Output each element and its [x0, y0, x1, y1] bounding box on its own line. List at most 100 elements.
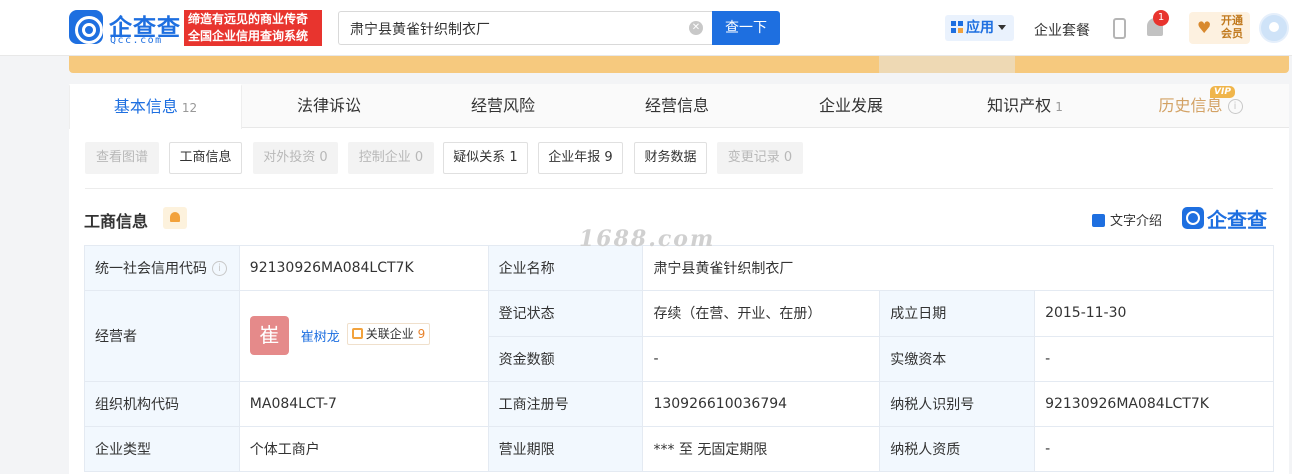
- site-logo[interactable]: 企查查 Qcc.com: [69, 10, 181, 46]
- capital-label: 资金数额: [487, 335, 644, 382]
- logo-icon: [69, 10, 103, 44]
- open-vip-label: 开通 会员: [1216, 14, 1248, 40]
- tab-label: 企业发展: [818, 96, 883, 115]
- subtab-graph[interactable]: 查看图谱: [85, 142, 159, 174]
- promo-banner[interactable]: [69, 56, 1289, 73]
- taxpayer-qual-value: -: [1034, 426, 1274, 472]
- related-label: 关联企业: [365, 327, 414, 341]
- operator-name-link[interactable]: 崔树龙: [301, 326, 340, 345]
- type-label: 企业类型: [84, 426, 240, 472]
- slogan-line-1: 缔造有远见的商业传奇: [188, 12, 309, 26]
- tab-legal[interactable]: 法律诉讼: [242, 84, 416, 128]
- established-value: 2015-11-30: [1034, 290, 1274, 337]
- user-avatar[interactable]: [1259, 13, 1289, 43]
- reg-status-label: 登记状态: [487, 290, 644, 337]
- text-intro-button[interactable]: 文字介绍: [1092, 210, 1162, 229]
- info-icon[interactable]: i: [1227, 99, 1243, 114]
- term-value: *** 至 无固定期限: [642, 426, 881, 472]
- company-detail-card: 基本信息 12 法律诉讼 经营风险 经营信息 企业发展 知识产权 1 历史信息 i V…: [69, 84, 1289, 474]
- subtab-annual-reports[interactable]: 企业年报 9: [538, 142, 623, 174]
- vip-line-2: 会员: [1221, 27, 1243, 40]
- watermark: 1688.com: [579, 226, 716, 252]
- enterprise-package-link[interactable]: 企业套餐: [1034, 20, 1090, 40]
- taxpayer-id-value: 92130926MA084LCT7K: [1034, 381, 1274, 427]
- slogan-badge: 缔造有远见的商业传奇 全国企业信用查询系统: [184, 10, 322, 46]
- established-label: 成立日期: [879, 290, 1036, 337]
- paid-capital-label: 实缴资本: [879, 335, 1036, 382]
- term-label: 营业期限: [487, 426, 644, 472]
- document-icon: [1092, 214, 1105, 227]
- table-row: 组织机构代码 MA084LCT-7 工商注册号 130926610036794 …: [84, 381, 1274, 427]
- chevron-down-icon: [998, 25, 1006, 30]
- paid-capital-value: -: [1034, 335, 1274, 382]
- subscribe-bell-icon[interactable]: [163, 207, 187, 229]
- reg-status-value: 存续（在营、开业、在册）: [642, 290, 881, 337]
- tab-label: 经营信息: [644, 96, 709, 115]
- tab-ip[interactable]: 知识产权 1: [938, 84, 1112, 128]
- subtab-business-info[interactable]: 工商信息: [169, 142, 242, 174]
- table-row: 统一社会信用代码 i 92130926MA084LCT7K 企业名称 肃宁县黄雀针…: [84, 245, 1274, 291]
- divider: [85, 188, 1273, 189]
- apps-label: 应用: [966, 20, 994, 36]
- tab-history[interactable]: 历史信息 i: [1112, 84, 1289, 128]
- subtab-controlled[interactable]: 控制企业 0: [348, 142, 434, 174]
- tab-label: 基本信息: [113, 97, 178, 116]
- tab-count: 1: [1055, 100, 1063, 114]
- top-header: 企查查 Qcc.com 缔造有远见的商业传奇 全国企业信用查询系统 肃宁县黄雀针…: [0, 0, 1292, 56]
- apps-menu-button[interactable]: 应用: [945, 15, 1014, 41]
- tab-count: 12: [181, 101, 198, 115]
- apps-grid-icon: [951, 21, 963, 33]
- main-tabs: 基本信息 12 法律诉讼 经营风险 经营信息 企业发展 知识产权 1 历史信息 i V…: [69, 84, 1289, 129]
- tab-development[interactable]: 企业发展: [764, 84, 938, 128]
- operator-label: 经营者: [84, 290, 240, 382]
- reg-no-value: 130926610036794: [642, 381, 881, 427]
- subtab-change-records[interactable]: 变更记录 0: [717, 142, 803, 174]
- credit-code-value: 92130926MA084LCT7K: [238, 245, 489, 291]
- reg-no-label: 工商注册号: [487, 381, 644, 427]
- vip-tag: VIP: [1210, 86, 1235, 98]
- tab-operation[interactable]: 经营信息: [590, 84, 764, 128]
- org-code-label: 组织机构代码: [84, 381, 240, 427]
- taxpayer-qual-label: 纳税人资质: [879, 426, 1036, 472]
- operator-info: 崔 崔树龙 关联企业 9: [249, 291, 478, 381]
- tab-label: 经营风险: [470, 96, 535, 115]
- subtab-financial[interactable]: 财务数据: [634, 142, 707, 174]
- operator-cell: 崔 崔树龙 关联企业 9: [238, 290, 489, 382]
- relation-icon: [351, 328, 363, 339]
- notification-badge: 1: [1153, 10, 1169, 26]
- business-info-table: 统一社会信用代码 i 92130926MA084LCT7K 企业名称 肃宁县黄雀针…: [84, 245, 1274, 472]
- logo-subtext: Qcc.com: [110, 35, 163, 46]
- related-count: 9: [417, 327, 426, 341]
- operator-avatar[interactable]: 崔: [249, 316, 289, 355]
- related-companies-badge[interactable]: 关联企业 9: [346, 323, 431, 345]
- vip-heart-icon: ♥: [1197, 18, 1212, 37]
- tab-label: 法律诉讼: [296, 96, 361, 115]
- text-intro-label: 文字介绍: [1110, 214, 1163, 229]
- section-title: 工商信息: [84, 212, 149, 231]
- info-icon[interactable]: i: [212, 261, 227, 276]
- credit-code-label: 统一社会信用代码 i: [84, 245, 240, 291]
- clear-icon[interactable]: ✕: [689, 21, 703, 35]
- table-row: 企业类型 个体工商户 营业期限 *** 至 无固定期限 纳税人资质 -: [84, 426, 1274, 472]
- search-button[interactable]: 查一下: [712, 11, 780, 45]
- tab-label: 知识产权: [987, 96, 1052, 115]
- company-name-value: 肃宁县黄雀针织制衣厂: [642, 245, 1274, 291]
- vip-line-1: 开通: [1221, 14, 1243, 27]
- slogan-line-2: 全国企业信用查询系统: [188, 29, 309, 43]
- mobile-icon[interactable]: [1113, 18, 1126, 39]
- table-row: 经营者 崔 崔树龙 关联企业 9 登记状态 存续（在营、开业、在册） 成立日期 …: [84, 290, 1274, 382]
- search-input[interactable]: 肃宁县黄雀针织制衣厂: [338, 11, 713, 45]
- company-name-label: 企业名称: [487, 245, 644, 291]
- org-code-value: MA084LCT-7: [238, 381, 489, 427]
- logo-icon: [1182, 207, 1204, 229]
- brand-text: 企查查: [1207, 208, 1267, 232]
- subtab-suspected-relations[interactable]: 疑似关系 1: [443, 142, 528, 174]
- banner-illustration: [879, 56, 1015, 73]
- tab-basic-info[interactable]: 基本信息 12: [69, 84, 242, 129]
- capital-value: -: [642, 335, 881, 382]
- taxpayer-id-label: 纳税人识别号: [879, 381, 1036, 427]
- tab-risk[interactable]: 经营风险: [416, 84, 590, 128]
- subtab-investments[interactable]: 对外投资 0: [253, 142, 338, 174]
- tab-label: 历史信息: [1158, 96, 1223, 115]
- type-value: 个体工商户: [238, 426, 489, 472]
